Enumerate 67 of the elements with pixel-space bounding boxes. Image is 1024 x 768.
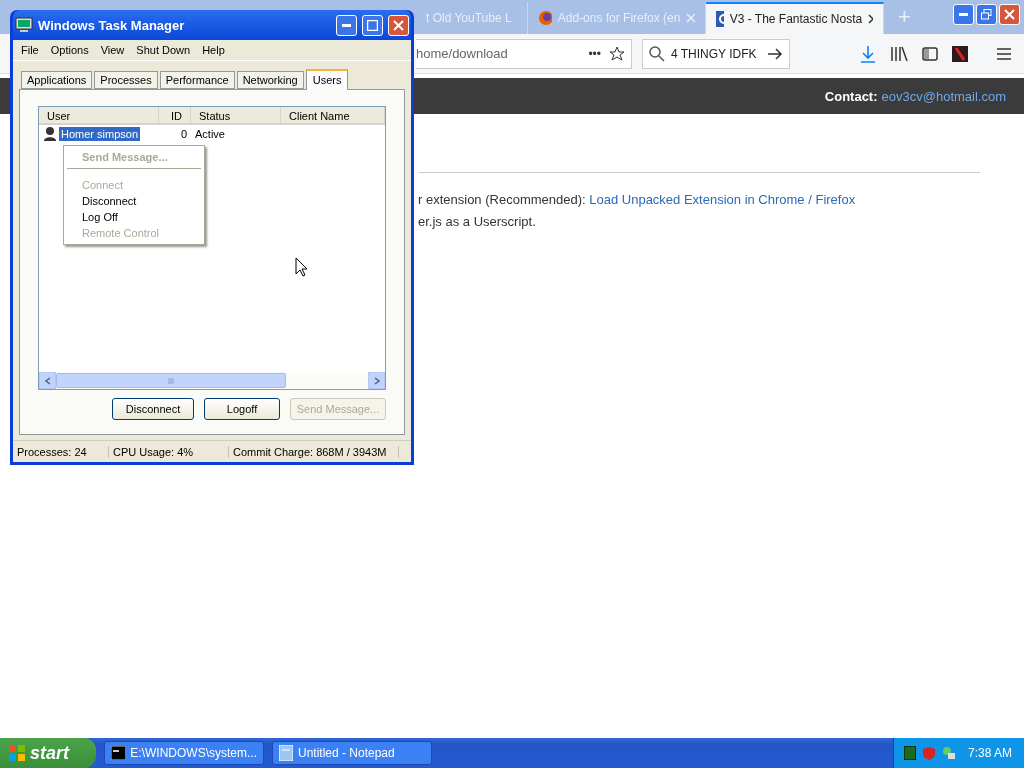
- star-icon[interactable]: [609, 45, 625, 62]
- tab[interactable]: Applications: [21, 71, 93, 89]
- status-text: Commit Charge: 868M / 3943M: [229, 445, 399, 458]
- browser-tab[interactable]: V3 - The Fantastic Nosta: [706, 2, 884, 34]
- address-field[interactable]: home/download •••: [416, 38, 632, 69]
- column-header[interactable]: User: [39, 107, 159, 125]
- console-icon: [111, 746, 126, 760]
- menu-item[interactable]: Help: [196, 42, 231, 58]
- userscript-text: er.js as a Userscript.: [418, 213, 537, 231]
- column-header[interactable]: Client Name: [281, 107, 385, 125]
- minimize-icon: [342, 23, 351, 27]
- maximize-button[interactable]: [362, 14, 383, 36]
- flag-icon: [8, 744, 26, 762]
- search-icon: [649, 45, 665, 62]
- taskbar-button[interactable]: Untitled - Notepad: [272, 741, 432, 765]
- menu-item[interactable]: View: [94, 42, 131, 58]
- contact-label: Contact:: [824, 88, 878, 104]
- column-header[interactable]: Status: [191, 107, 281, 125]
- tab[interactable]: Users: [305, 69, 349, 90]
- status-text: CPU Usage: 4%: [109, 445, 229, 458]
- user-icon: [43, 126, 57, 141]
- menu-item[interactable]: Options: [44, 42, 95, 58]
- menu-item[interactable]: Shut Down: [130, 42, 197, 58]
- maximize-icon: [367, 19, 378, 31]
- close-button[interactable]: [388, 14, 409, 36]
- restore-button[interactable]: [976, 4, 997, 25]
- menu-item[interactable]: Log Off: [64, 209, 204, 225]
- arrow-icon[interactable]: [767, 46, 783, 61]
- extension-link[interactable]: Load Unpacked Extension in Chrome / Firefox: [589, 192, 856, 207]
- sidebar-icon[interactable]: [922, 46, 938, 61]
- tab[interactable]: Processes: [94, 71, 158, 89]
- install-text: r extension (Recommended): Load Unpacked Extension in Chrome / Firefox: [418, 191, 857, 209]
- menu-item[interactable]: Disconnect: [64, 193, 204, 209]
- dialog-button[interactable]: Disconnect: [112, 398, 194, 420]
- window-title: Windows Task Manager: [38, 17, 186, 33]
- library-icon[interactable]: [890, 45, 908, 62]
- download-icon[interactable]: [860, 44, 876, 63]
- globe-icon: [538, 10, 552, 26]
- close-button[interactable]: [999, 4, 1020, 25]
- tray-icon[interactable]: [903, 746, 916, 760]
- dialog-button[interactable]: Logoff: [204, 398, 280, 420]
- chevron-right-icon: [373, 376, 380, 385]
- chevron-left-icon: [44, 376, 51, 385]
- clock: 7:38 AM: [967, 746, 1012, 760]
- search-field[interactable]: 4 THINGY IDFK: [642, 38, 790, 69]
- tab[interactable]: Networking: [236, 71, 304, 89]
- restore-icon: [981, 9, 992, 20]
- minimize-button[interactable]: [336, 14, 357, 36]
- menu-item[interactable]: File: [15, 42, 45, 58]
- horizontal-scrollbar[interactable]: [39, 372, 385, 389]
- table-cell-text: Active: [194, 127, 226, 140]
- email-link[interactable]: eov3cv@hotmail.com: [881, 88, 1006, 104]
- start-button[interactable]: start: [0, 738, 96, 768]
- menu-icon[interactable]: [996, 46, 1012, 61]
- minimize-button[interactable]: [953, 4, 974, 25]
- monitor-icon: [15, 17, 33, 33]
- tab[interactable]: Performance: [159, 71, 235, 89]
- column-header[interactable]: ID: [159, 107, 191, 125]
- notepad-icon: [279, 745, 293, 761]
- user-name[interactable]: Homer simpson: [59, 126, 141, 141]
- extension-icon[interactable]: [952, 45, 968, 62]
- status-text: Processes: 24: [13, 445, 109, 458]
- cursor-icon: [295, 257, 307, 277]
- minimize-icon: [959, 13, 968, 16]
- taskbar-button[interactable]: E:\WINDOWS\system...: [104, 741, 264, 765]
- table-cell-text: 0: [179, 127, 188, 140]
- grip-icon: [168, 377, 174, 384]
